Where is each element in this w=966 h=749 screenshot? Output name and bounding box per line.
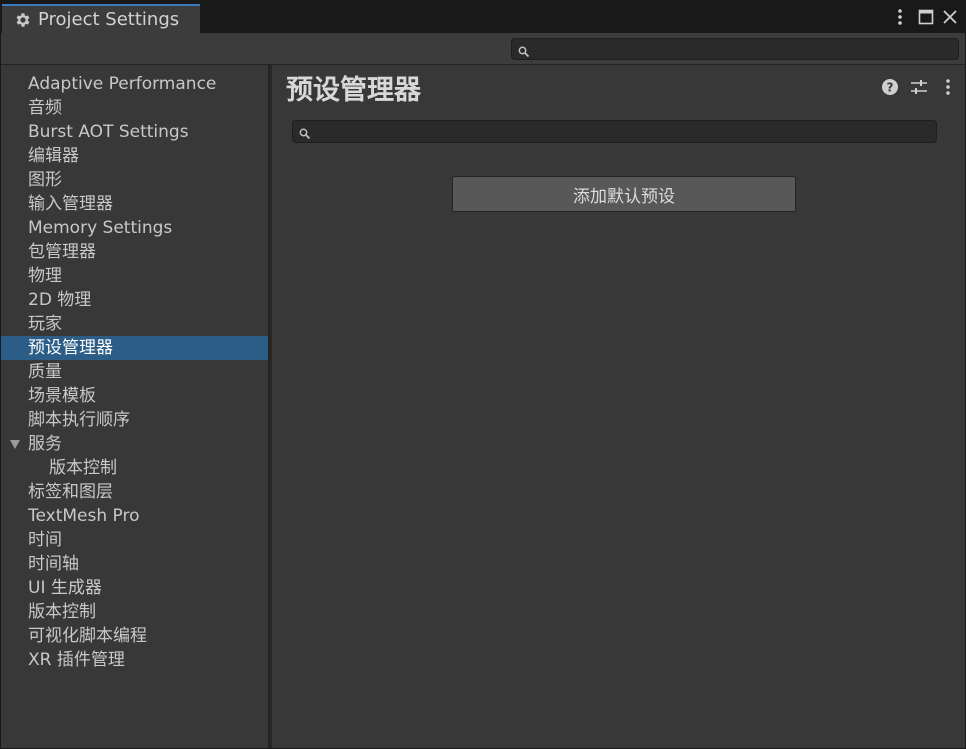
sidebar-item-label: TextMesh Pro (28, 506, 140, 526)
sidebar-item-version-control[interactable]: 版本控制 (1, 600, 268, 624)
sidebar-item-physics-2d[interactable]: 2D 物理 (1, 288, 268, 312)
sidebar-item-label: 场景模板 (28, 386, 96, 406)
sidebar-item-tags-and-layers[interactable]: 标签和图层 (1, 480, 268, 504)
sidebar-item-label: 可视化脚本编程 (28, 626, 147, 646)
project-settings-window: Project Settings Adaptive Performance 音频… (0, 0, 966, 749)
sidebar-item-physics[interactable]: 物理 (1, 264, 268, 288)
sidebar-item-label: Burst AOT Settings (28, 122, 189, 142)
help-icon[interactable]: ? (880, 77, 900, 97)
sidebar-item-label: 编辑器 (28, 146, 79, 166)
sidebar-item-services[interactable]: 服务 (1, 432, 268, 456)
sidebar-item-label: 时间 (28, 530, 62, 550)
sidebar-item-preset-manager[interactable]: 预设管理器 (1, 336, 268, 360)
sidebar-item-label: UI 生成器 (28, 578, 102, 598)
sidebar-item-package-manager[interactable]: 包管理器 (1, 240, 268, 264)
sidebar-item-label: 质量 (28, 362, 62, 382)
sidebar-item-xr-plugin-management[interactable]: XR 插件管理 (1, 648, 268, 672)
sidebar-item-label: 预设管理器 (28, 338, 113, 358)
project-settings-tab[interactable]: Project Settings (2, 4, 200, 33)
search-icon (518, 43, 530, 62)
search-icon (299, 125, 311, 144)
sidebar-item-adaptive-performance[interactable]: Adaptive Performance (1, 72, 268, 96)
svg-text:?: ? (887, 81, 894, 95)
add-default-preset-button[interactable]: 添加默认预设 (452, 176, 796, 212)
sidebar-item-input-manager[interactable]: 输入管理器 (1, 192, 268, 216)
page-title: 预设管理器 (286, 75, 421, 106)
sidebar-item-burst-aot[interactable]: Burst AOT Settings (1, 120, 268, 144)
title-bar: Project Settings (1, 1, 965, 33)
sidebar-item-graphics[interactable]: 图形 (1, 168, 268, 192)
sidebar-item-label: Adaptive Performance (28, 74, 217, 94)
sidebar-item-label: Memory Settings (28, 218, 173, 238)
preset-settings-icon[interactable] (909, 77, 929, 97)
sidebar-item-textmesh-pro[interactable]: TextMesh Pro (1, 504, 268, 528)
sidebar-item-label: 包管理器 (28, 242, 96, 262)
sidebar-item-label: 版本控制 (49, 458, 117, 478)
sidebar-item-timeline[interactable]: 时间轴 (1, 552, 268, 576)
settings-sidebar: Adaptive Performance 音频 Burst AOT Settin… (1, 65, 270, 748)
sidebar-item-label: 物理 (28, 266, 62, 286)
preset-search-input[interactable] (315, 121, 930, 142)
sidebar-item-label: 输入管理器 (28, 194, 113, 214)
sidebar-item-visual-scripting[interactable]: 可视化脚本编程 (1, 624, 268, 648)
sidebar-item-label: XR 插件管理 (28, 650, 125, 670)
sidebar-item-label: 版本控制 (28, 602, 96, 622)
sidebar-item-services-version-control[interactable]: 版本控制 (1, 456, 268, 480)
sidebar-item-audio[interactable]: 音频 (1, 96, 268, 120)
gear-icon (13, 10, 33, 30)
sidebar-item-label: 服务 (28, 434, 62, 454)
sidebar-item-memory-settings[interactable]: Memory Settings (1, 216, 268, 240)
sidebar-item-label: 玩家 (28, 314, 62, 334)
close-icon[interactable] (939, 6, 961, 28)
sidebar-item-player[interactable]: 玩家 (1, 312, 268, 336)
sidebar-item-quality[interactable]: 质量 (1, 360, 268, 384)
more-menu-icon[interactable] (889, 6, 911, 28)
settings-search-input[interactable] (534, 39, 952, 59)
sidebar-item-label: 标签和图层 (28, 482, 113, 502)
tab-title: Project Settings (38, 9, 180, 30)
toolbar (1, 33, 965, 65)
settings-search-field[interactable] (511, 38, 959, 60)
sidebar-item-editor[interactable]: 编辑器 (1, 144, 268, 168)
sidebar-item-label: 脚本执行顺序 (28, 410, 130, 430)
sidebar-item-time[interactable]: 时间 (1, 528, 268, 552)
sidebar-item-script-execution-order[interactable]: 脚本执行顺序 (1, 408, 268, 432)
sidebar-item-label: 图形 (28, 170, 62, 190)
more-options-icon[interactable] (938, 77, 958, 97)
preset-search-field[interactable] (292, 120, 937, 143)
sidebar-item-ui-builder[interactable]: UI 生成器 (1, 576, 268, 600)
sidebar-item-label: 时间轴 (28, 554, 79, 574)
maximize-icon[interactable] (915, 6, 937, 28)
sidebar-item-label: 音频 (28, 98, 62, 118)
sidebar-item-scene-template[interactable]: 场景模板 (1, 384, 268, 408)
sidebar-item-label: 2D 物理 (28, 290, 92, 310)
preset-manager-panel: 预设管理器 ? 添加默认预设 (272, 65, 965, 748)
